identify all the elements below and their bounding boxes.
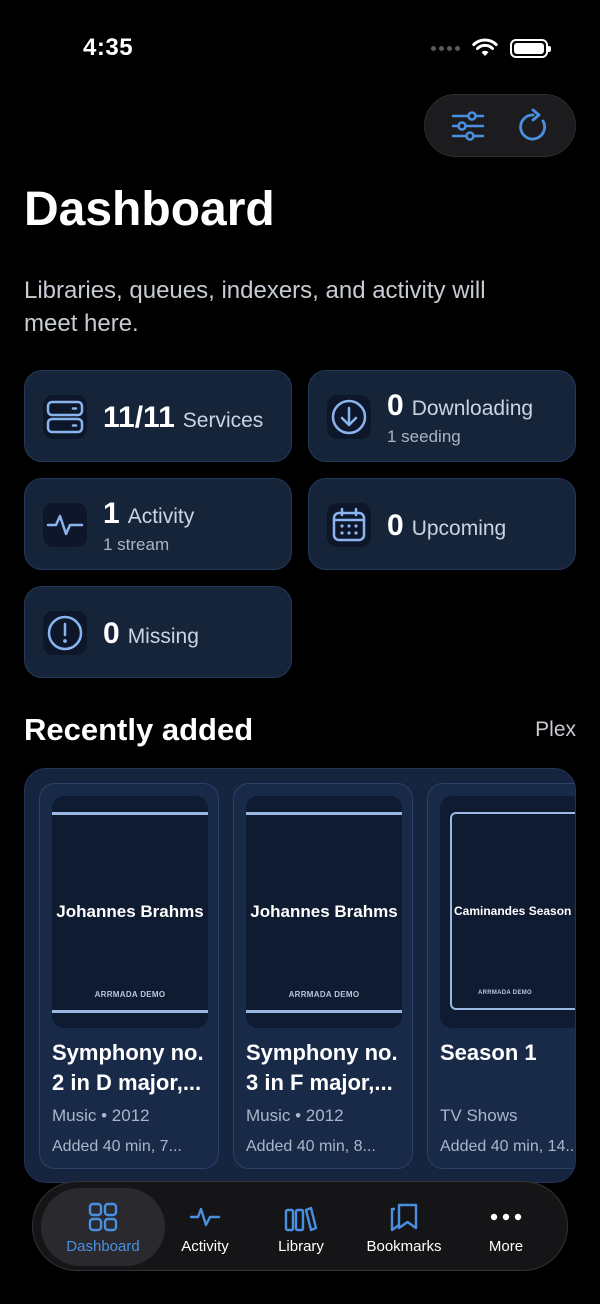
media-title: Symphony no. 2 in D major,... xyxy=(52,1040,204,1095)
stat-card-services[interactable]: 11/11 Services xyxy=(24,370,292,462)
stat-text: 0 Missing xyxy=(103,617,199,651)
section-title-recently-added: Recently added xyxy=(24,712,254,747)
more-icon xyxy=(488,1200,524,1234)
filter-button[interactable] xyxy=(444,102,492,150)
poster-brand: ARRMADA DEMO xyxy=(94,990,166,999)
toolbar-pill xyxy=(424,94,576,157)
status-bar: 4:35 xyxy=(0,0,600,90)
stat-card-upcoming[interactable]: 0 Upcoming xyxy=(308,478,576,570)
status-time: 4:35 xyxy=(83,34,134,61)
page-title: Dashboard xyxy=(24,183,275,236)
poster-title: Caminandes Season 1 xyxy=(454,904,576,918)
poster-brand: ARRMADA DEMO xyxy=(477,990,533,996)
media-card[interactable]: Johannes Brahms ARRMADA DEMO Symphony no… xyxy=(39,783,219,1169)
stat-text: 0 Downloading 1 seeding xyxy=(387,389,533,447)
pulse-icon xyxy=(43,503,87,547)
media-meta: Music • 2012 xyxy=(52,1106,150,1125)
stat-label: Services xyxy=(182,409,264,432)
refresh-icon xyxy=(518,108,546,140)
media-meta: TV Shows xyxy=(440,1106,518,1125)
home-indicator-area xyxy=(0,1276,600,1304)
tab-label: Bookmarks xyxy=(366,1237,442,1255)
tab-label: Activity xyxy=(181,1237,229,1255)
media-card[interactable]: Caminandes Season 1 ARRMADA DEMO Season … xyxy=(427,783,576,1169)
tab-more[interactable]: More xyxy=(469,1188,543,1266)
stat-label: Upcoming xyxy=(411,517,507,540)
stat-value: 0 xyxy=(103,617,120,650)
poster-image: Johannes Brahms ARRMADA DEMO xyxy=(246,796,402,1028)
server-icon xyxy=(43,395,87,439)
calendar-icon xyxy=(327,503,371,547)
battery-icon xyxy=(510,38,551,58)
page-subtitle: Libraries, queues, indexers, and activit… xyxy=(24,277,486,337)
media-meta: Music • 2012 xyxy=(246,1106,344,1125)
tab-activity[interactable]: Activity xyxy=(167,1188,243,1266)
stat-value: 11/11 xyxy=(103,401,175,434)
tab-label: Library xyxy=(278,1237,324,1255)
stat-value: 0 xyxy=(387,389,404,422)
media-title: Symphony no. 3 in F major,... xyxy=(246,1040,398,1095)
stat-sub: 1 seeding xyxy=(387,427,461,446)
download-circle-icon xyxy=(327,395,371,439)
stat-sub: 1 stream xyxy=(103,535,170,554)
stat-label: Missing xyxy=(127,625,199,648)
stat-label: Activity xyxy=(127,505,195,528)
sliders-icon xyxy=(451,110,484,141)
tab-dashboard[interactable]: Dashboard xyxy=(41,1188,165,1266)
books-icon xyxy=(283,1200,319,1234)
tab-bar: Dashboard Activity Library Bookmarks Mor… xyxy=(32,1181,568,1271)
stat-card-missing[interactable]: 0 Missing xyxy=(24,586,292,678)
media-added: Added 40 min, 14... xyxy=(440,1138,576,1155)
recently-added-carousel[interactable]: Johannes Brahms ARRMADA DEMO Symphony no… xyxy=(24,768,576,1183)
tab-bookmarks[interactable]: Bookmarks xyxy=(359,1188,449,1266)
stat-card-activity[interactable]: 1 Activity 1 stream xyxy=(24,478,292,570)
poster-image: Caminandes Season 1 ARRMADA DEMO xyxy=(440,796,576,1028)
media-added: Added 40 min, 7... xyxy=(52,1138,182,1155)
wifi-icon xyxy=(472,38,498,56)
stat-card-downloading[interactable]: 0 Downloading 1 seeding xyxy=(308,370,576,462)
stat-text: 1 Activity 1 stream xyxy=(103,497,194,555)
tab-label: Dashboard xyxy=(66,1237,140,1255)
stat-value: 1 xyxy=(103,497,120,530)
tab-label: More xyxy=(488,1237,524,1255)
poster-title: Johannes Brahms xyxy=(56,902,204,921)
stat-label: Downloading xyxy=(411,397,534,420)
cellular-signal-icon xyxy=(431,45,460,51)
media-added: Added 40 min, 8... xyxy=(246,1138,376,1155)
stat-text: 11/11 Services xyxy=(103,401,263,435)
tab-library[interactable]: Library xyxy=(261,1188,341,1266)
poster-brand: ARRMADA DEMO xyxy=(288,990,360,999)
status-icons xyxy=(431,38,551,58)
exclamation-circle-icon xyxy=(43,611,87,655)
media-title: Season 1 xyxy=(440,1040,537,1065)
section-source-link[interactable]: Plex xyxy=(535,718,576,742)
refresh-button[interactable] xyxy=(509,102,557,150)
stat-text: 0 Upcoming xyxy=(387,509,506,543)
poster-image: Johannes Brahms ARRMADA DEMO xyxy=(52,796,208,1028)
stat-value: 0 xyxy=(387,509,404,542)
pulse-icon xyxy=(187,1200,223,1234)
poster-title: Johannes Brahms xyxy=(250,902,398,921)
media-card[interactable]: Johannes Brahms ARRMADA DEMO Symphony no… xyxy=(233,783,413,1169)
bookmarks-icon xyxy=(386,1200,422,1234)
grid-icon xyxy=(85,1200,121,1234)
